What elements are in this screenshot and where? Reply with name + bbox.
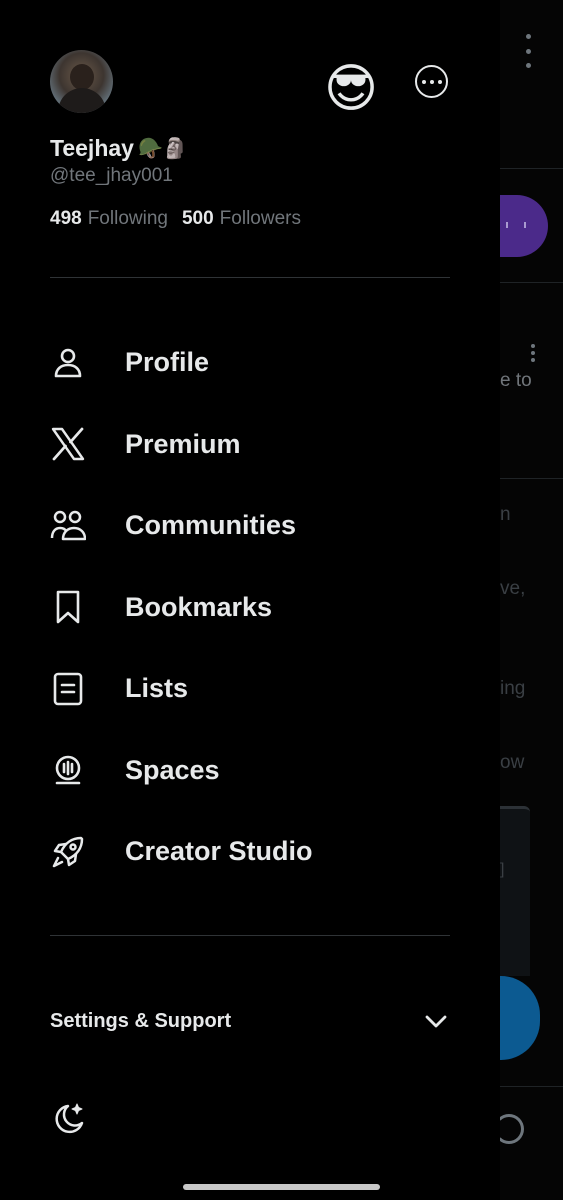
divider [50,277,450,278]
compose-fab[interactable] [500,976,540,1060]
menu-item-premium[interactable]: Premium [50,404,450,486]
followers-label: Followers [219,208,301,229]
more-options-icon[interactable] [415,65,448,98]
display-name: Teejhay [50,135,134,161]
feed-post-more-icon[interactable] [527,344,539,362]
divider [50,935,450,936]
feed-text-snippet: ing [500,678,526,699]
menu-item-spaces[interactable]: Spaces [50,730,450,812]
name-emojis: 🪖🗿 [137,138,188,160]
feed-text-snippet: n [500,504,511,525]
feed-media-card[interactable]: ] [500,806,530,976]
follow-stats: 498 Following 500 Followers [50,208,301,230]
menu-item-label: Communities [125,510,297,541]
loading-spinner-icon [500,1114,524,1144]
rocket-icon [50,832,125,872]
menu-item-label: Spaces [125,754,220,785]
menu-item-bookmarks[interactable]: Bookmarks [50,567,450,649]
feed-divider [500,282,563,283]
menu-item-lists[interactable]: Lists [50,648,450,730]
menu-item-creator-studio[interactable]: Creator Studio [50,811,450,893]
user-handle: @tee_jhay001 [50,165,173,186]
background-feed: e to n ve, ing ow ] [500,0,563,1200]
profile-name-row[interactable]: Teejhay 🪖🗿 [50,135,188,162]
account-switch-avatar[interactable]: 😎 [320,58,382,120]
settings-support-label: Settings & Support [50,1009,232,1032]
feed-text-snippet: ow [500,752,525,773]
drawer-menu: Profile Premium Communities Bookmarks Li… [50,322,450,893]
menu-item-communities[interactable]: Communities [50,485,450,567]
gesture-home-bar[interactable] [183,1184,380,1190]
following-label: Following [87,208,168,229]
menu-item-label: Lists [125,673,189,704]
spaces-icon [50,750,125,790]
x-logo-icon [50,424,125,464]
followers-link[interactable]: 500 Followers [182,208,301,230]
menu-item-profile[interactable]: Profile [50,322,450,404]
list-icon [50,669,125,709]
feed-text-snippet: ve, [500,578,526,599]
followers-count: 500 [181,208,214,229]
night-mode-icon[interactable] [50,1100,88,1138]
feed-more-icon[interactable] [522,34,534,68]
navigation-drawer: 😎 Teejhay 🪖🗿 @tee_jhay001 498 Following 5… [0,0,500,1200]
feed-divider [500,168,563,169]
following-count: 498 [50,208,82,229]
feed-spaces-pill[interactable] [500,195,548,257]
person-icon [50,343,125,383]
bookmark-icon [50,587,125,627]
following-link[interactable]: 498 Following [50,208,168,230]
feed-text-snippet: ] [500,861,505,878]
menu-item-label: Creator Studio [125,836,313,867]
communities-icon [50,506,125,546]
avatar[interactable] [50,50,113,113]
menu-item-label: Premium [125,428,241,459]
menu-item-label: Bookmarks [125,591,273,622]
menu-item-label: Profile [125,347,210,378]
settings-support-toggle[interactable]: Settings & Support [50,1004,450,1038]
feed-text-snippet: e to [500,370,532,391]
feed-divider [500,478,563,479]
chevron-down-icon [425,1015,447,1028]
feed-divider [500,1086,563,1087]
